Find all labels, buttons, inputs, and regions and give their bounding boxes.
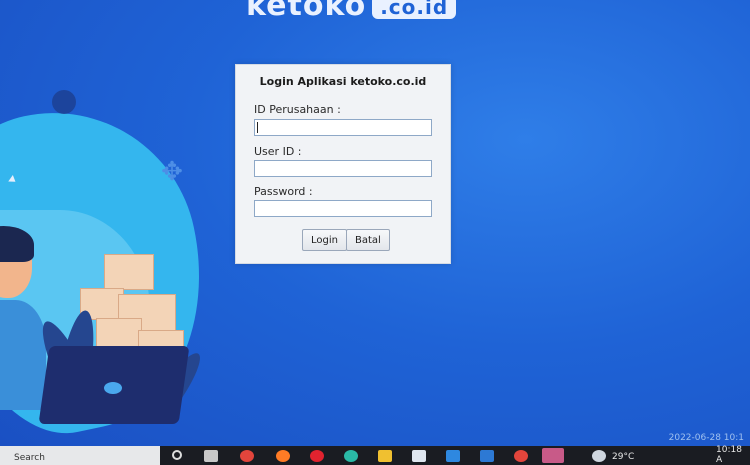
password-label: Password :: [254, 185, 313, 198]
company-id-label: ID Perusahaan :: [254, 103, 341, 116]
store-icon[interactable]: [412, 450, 426, 462]
company-id-input[interactable]: [254, 119, 432, 136]
weather-temp: 29°C: [612, 452, 635, 462]
chrome-icon[interactable]: [240, 450, 254, 462]
laptop-logo: [104, 382, 122, 394]
decorative-dot: [52, 90, 76, 114]
login-dialog: Login Aplikasi ketoko.co.id ID Perusahaa…: [235, 64, 451, 264]
text-caret: [257, 122, 258, 133]
task-view-icon[interactable]: [204, 450, 218, 462]
dialog-title: Login Aplikasi ketoko.co.id: [259, 75, 427, 88]
firefox-icon[interactable]: [276, 450, 290, 462]
brand-logo: ketoko .co.id: [246, 0, 457, 23]
user-id-label: User ID :: [254, 145, 302, 158]
user-id-input[interactable]: [254, 160, 432, 177]
edge-icon[interactable]: [344, 450, 358, 462]
person-body: [0, 300, 46, 410]
login-button[interactable]: Login: [302, 229, 347, 251]
cancel-button[interactable]: Batal: [346, 229, 390, 251]
password-input[interactable]: [254, 200, 432, 217]
clock[interactable]: 10:18 A: [716, 445, 750, 465]
taskbar: Search 29°C 10:18 A: [0, 445, 750, 465]
chrome-icon[interactable]: [514, 450, 528, 462]
brand-name: ketoko: [246, 0, 367, 23]
weather-icon[interactable]: [592, 450, 606, 462]
taskbar-search-box[interactable]: Search: [0, 446, 160, 465]
file-explorer-icon[interactable]: [378, 450, 392, 462]
photos-icon[interactable]: [480, 450, 494, 462]
mail-icon[interactable]: [446, 450, 460, 462]
search-icon[interactable]: [172, 450, 182, 460]
opera-icon[interactable]: [310, 450, 324, 462]
decorative-move-icon: ✥: [161, 157, 183, 187]
search-label: Search: [14, 453, 45, 463]
photo-date-stamp: 2022-06-28 10:1: [668, 433, 744, 443]
brand-tld: .co.id: [372, 0, 457, 19]
pinned-app-icon[interactable]: [542, 448, 564, 463]
package-box: [104, 254, 154, 290]
